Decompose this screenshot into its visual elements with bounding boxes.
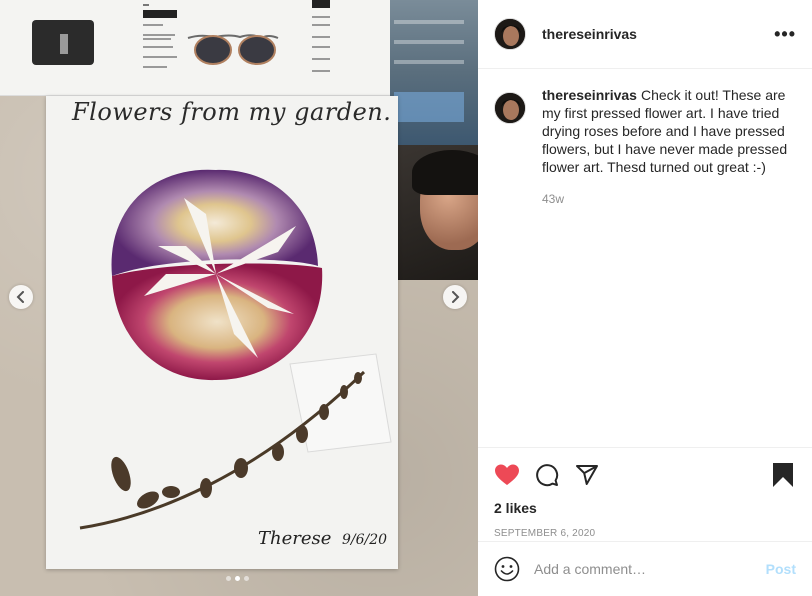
author-username[interactable]: thereseinrivas bbox=[542, 26, 637, 42]
caption-timestamp[interactable]: 43w bbox=[542, 192, 796, 206]
pressed-flower-illustration bbox=[79, 169, 392, 530]
likes-count[interactable]: 2 likes bbox=[478, 496, 812, 520]
catalog-page-image bbox=[0, 0, 390, 96]
carousel-dot bbox=[244, 576, 249, 581]
comment-button[interactable] bbox=[534, 462, 560, 488]
caption-text-block: thereseinrivas Check it out! These are my… bbox=[542, 86, 796, 176]
prev-slide-button[interactable] bbox=[9, 285, 33, 309]
chevron-right-icon bbox=[452, 291, 460, 303]
carousel-dot-active bbox=[235, 576, 240, 581]
caption-avatar[interactable] bbox=[494, 92, 526, 124]
post-comment-button[interactable]: Post bbox=[766, 561, 796, 577]
save-button[interactable] bbox=[770, 462, 796, 488]
caption-comment: thereseinrivas Check it out! These are my… bbox=[494, 86, 796, 206]
more-options-icon[interactable]: ••• bbox=[774, 24, 796, 45]
like-button[interactable] bbox=[494, 462, 520, 488]
comment-input[interactable] bbox=[534, 561, 766, 577]
next-slide-button[interactable] bbox=[443, 285, 467, 309]
artist-signature: Therese bbox=[258, 528, 332, 549]
share-icon bbox=[576, 465, 598, 485]
heart-filled-icon bbox=[495, 464, 519, 485]
artwork-paper: Flowers from my garden. Therese 9/6/20 bbox=[46, 96, 398, 569]
chevron-left-icon bbox=[16, 291, 24, 303]
share-button[interactable] bbox=[574, 462, 600, 488]
caption-username[interactable]: thereseinrivas bbox=[542, 87, 637, 103]
post-date[interactable]: SEPTEMBER 6, 2020 bbox=[478, 526, 812, 542]
bookmark-filled-icon bbox=[773, 463, 793, 487]
selfie-photo bbox=[392, 145, 478, 280]
add-comment-form: Post bbox=[478, 541, 812, 596]
artwork-date: 9/6/20 bbox=[342, 532, 388, 548]
carousel-indicator bbox=[226, 576, 249, 581]
post-header: thereseinrivas ••• bbox=[478, 0, 812, 69]
carousel-dot bbox=[226, 576, 231, 581]
post-media[interactable]: Flowers from my garden. Therese 9/6/20 bbox=[0, 0, 478, 596]
pool-photo bbox=[390, 0, 478, 145]
comments-section: thereseinrivas Check it out! These are my… bbox=[478, 70, 812, 447]
comment-icon bbox=[536, 464, 559, 487]
action-area: 2 likes SEPTEMBER 6, 2020 bbox=[478, 447, 812, 542]
author-avatar[interactable] bbox=[494, 18, 526, 50]
emoji-icon[interactable] bbox=[494, 556, 520, 582]
action-bar bbox=[478, 448, 812, 496]
post-side-panel: thereseinrivas ••• thereseinrivas Check i… bbox=[478, 0, 812, 596]
